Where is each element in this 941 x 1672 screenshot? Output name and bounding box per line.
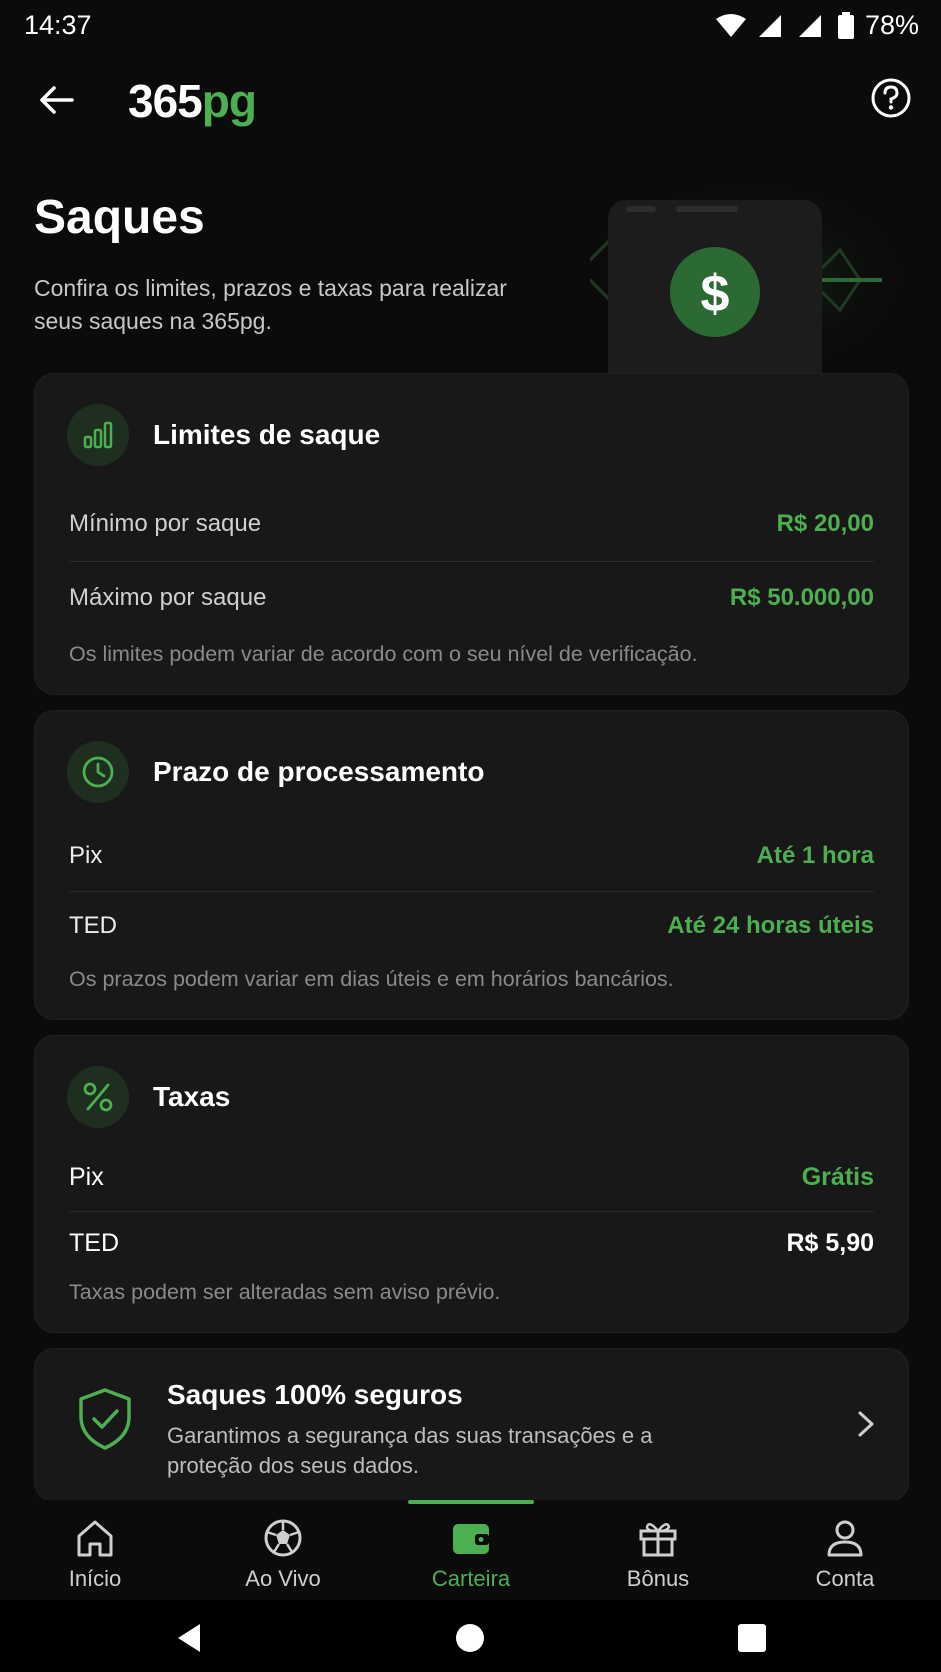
page-subtitle: Confira os limites, prazos e taxas para … [34, 275, 507, 334]
tab-label: Início [68, 1566, 122, 1591]
percent-icon [67, 1066, 129, 1128]
card-note: Taxas podem ser alteradas sem aviso prév… [69, 1280, 501, 1304]
status-bar: 14:37 78% [0, 0, 941, 52]
status-icons: 78% [715, 10, 919, 41]
card-title: Prazo de processamento [153, 756, 485, 787]
soccer-ball-icon [264, 1519, 302, 1557]
row-label: Pix [69, 842, 103, 869]
logo-main: 365 [128, 75, 203, 127]
processing-row-pix: Pix Até 1 hora [69, 826, 874, 886]
card-header: Prazo de processamento [67, 741, 484, 803]
tab-label: Conta [815, 1566, 875, 1591]
fees-card: Taxas Pix Grátis TED R$ 5,90 Taxas podem… [34, 1035, 909, 1333]
row-label: TED [69, 912, 117, 939]
tab-ao-vivo[interactable]: Ao Vivo [208, 1518, 358, 1592]
divider [69, 1211, 874, 1212]
logo-accent: pg [201, 75, 257, 127]
tab-label: Ao Vivo [245, 1566, 321, 1591]
system-nav-bar [0, 1600, 941, 1672]
signal-icon [758, 14, 781, 37]
chevron-right-icon [858, 1411, 874, 1437]
divider [69, 561, 874, 562]
nav-recents-icon[interactable] [732, 1618, 772, 1658]
battery-percent: 78% [864, 10, 919, 40]
nav-home-icon[interactable] [450, 1618, 490, 1658]
tab-inicio[interactable]: Início [20, 1518, 170, 1592]
wallet-icon [453, 1524, 489, 1554]
status-time: 14:37 [24, 10, 92, 40]
tab-conta[interactable]: Conta [770, 1518, 920, 1592]
row-value: Até 1 hora [756, 842, 874, 869]
card-header: Taxas [67, 1066, 230, 1128]
limit-row-min: Mínimo por saque R$ 20,00 [69, 494, 874, 554]
help-button[interactable] [869, 76, 913, 120]
arrow-left-icon [40, 86, 74, 114]
fee-row-ted: TED R$ 5,90 [69, 1213, 874, 1273]
card-title: Limites de saque [153, 419, 381, 450]
limit-row-max: Máximo por saque R$ 50.000,00 [69, 568, 874, 628]
row-value: Grátis [801, 1162, 874, 1191]
row-label: Pix [69, 1162, 104, 1191]
bar-chart-icon [67, 404, 129, 466]
user-icon [827, 1520, 863, 1557]
back-button[interactable] [30, 78, 82, 122]
help-icon [871, 78, 911, 118]
row-value: R$ 5,90 [786, 1228, 874, 1257]
signal-icon-2 [798, 14, 821, 37]
row-value: R$ 20,00 [776, 510, 874, 537]
wifi-icon [715, 13, 746, 37]
svg-text:$: $ [701, 265, 730, 323]
divider [69, 891, 874, 892]
page-title: Saques [34, 191, 205, 244]
row-label: Máximo por saque [69, 584, 267, 611]
row-label: TED [69, 1228, 119, 1257]
clock-icon [67, 741, 129, 803]
card-note: Os limites podem variar de acordo com o … [69, 642, 698, 666]
tab-label: Bônus [626, 1566, 690, 1591]
tab-bonus[interactable]: Bônus [583, 1518, 733, 1592]
secure-text: Garantimos a segurança das suas transaçõ… [167, 1423, 653, 1478]
home-icon [77, 1520, 113, 1557]
secure-title: Saques 100% seguros [167, 1379, 463, 1410]
processing-time-card: Prazo de processamento Pix Até 1 hora TE… [34, 710, 909, 1020]
card-title: Taxas [153, 1081, 231, 1112]
shield-check-icon [79, 1388, 131, 1450]
card-note: Os prazos podem variar em dias úteis e e… [69, 967, 674, 991]
nav-back-icon[interactable] [170, 1618, 210, 1658]
battery-icon [837, 11, 854, 39]
row-value: R$ 50.000,00 [729, 584, 874, 611]
brand-logo: 365pg [128, 74, 257, 128]
wallet-illustration: $ [590, 180, 910, 375]
card-header: Limites de saque [67, 404, 380, 466]
app-bar: 365pg [0, 60, 941, 140]
tab-label: Carteira [431, 1566, 511, 1591]
active-tab-indicator [408, 1500, 534, 1504]
processing-row-ted: TED Até 24 horas úteis [69, 896, 874, 956]
gift-icon [639, 1523, 677, 1557]
row-value: Até 24 horas úteis [667, 912, 874, 939]
row-label: Mínimo por saque [69, 510, 262, 537]
hero-illustration: $ [590, 180, 910, 375]
secure-withdrawals-card[interactable]: Saques 100% seguros Garantimos a seguran… [34, 1348, 909, 1502]
tab-carteira[interactable]: Carteira [396, 1518, 546, 1592]
withdraw-limits-card: Limites de saque Mínimo por saque R$ 20,… [34, 373, 909, 695]
fee-row-pix: Pix Grátis [69, 1147, 874, 1207]
